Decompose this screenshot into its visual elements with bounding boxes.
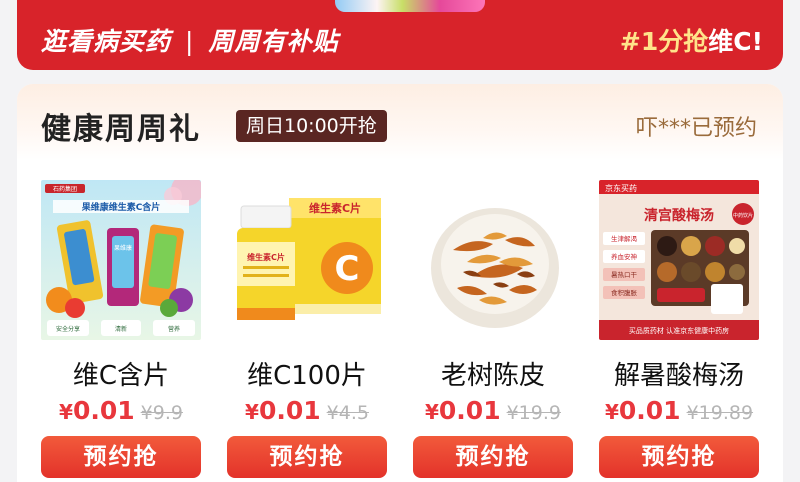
image-headline: 清宫酸梅汤 xyxy=(644,207,714,224)
banner-separator: | xyxy=(185,27,195,56)
reserve-button[interactable]: 预约抢 xyxy=(413,436,573,478)
banner-slogan-part2: 周周有补贴 xyxy=(208,27,339,56)
product-original-price: ¥19.9 xyxy=(506,402,561,424)
banner-promo-tag: #1分抢维C! xyxy=(620,22,763,58)
price-value: 0.01 xyxy=(438,396,501,425)
product-prices: ¥0.01 ¥9.9 xyxy=(41,396,201,425)
product-item[interactable]: 维生素C片 C 维生素C片 维C100片 ¥0.01 ¥4.5 预约抢 xyxy=(227,180,387,482)
banner-promo-highlight: 维C! xyxy=(708,27,763,56)
image-box-title: 维生素C片 xyxy=(309,201,361,215)
image-letter: C xyxy=(335,249,360,289)
product-item[interactable]: 石药集团 果维康维生素C含片 果维康 安全分享 清新 营养 维C含片 ¥0.01… xyxy=(41,180,201,482)
product-image-dried-peel[interactable] xyxy=(413,180,573,340)
reservation-status: 吓***已预约 xyxy=(635,116,757,141)
image-chip-1: 安全分享 xyxy=(56,325,80,333)
product-image-sour-plum-drink[interactable]: 京东买药 清宫酸梅汤 中药饮片 生津解渴 养血安神 暑热口干 食积腹胀 买品质药… xyxy=(599,180,759,340)
image-seal: 中药饮片 xyxy=(733,212,753,219)
sale-time-badge: 周日10:00开抢 xyxy=(236,110,387,142)
health-weekly-card: 健康周周礼 周日10:00开抢 吓***已预约 石药集团 果维康维生素C含片 果… xyxy=(17,84,783,482)
product-price: ¥0.01 xyxy=(245,396,321,425)
banner-slogan: 逛看病买药 | 周周有补贴 xyxy=(41,22,338,58)
card-header: 健康周周礼 周日10:00开抢 吓***已预约 xyxy=(17,84,783,160)
reserve-button[interactable]: 预约抢 xyxy=(41,436,201,478)
image-tag-4: 食积腹胀 xyxy=(611,288,638,297)
product-list: 石药集团 果维康维生素C含片 果维康 安全分享 清新 营养 维C含片 ¥0.01… xyxy=(17,180,783,482)
currency-symbol: ¥ xyxy=(604,400,619,424)
product-image-vitc-lozenge[interactable]: 石药集团 果维康维生素C含片 果维康 安全分享 清新 营养 xyxy=(41,180,201,340)
product-price: ¥0.01 xyxy=(605,396,681,425)
image-store-label: 京东买药 xyxy=(605,183,637,193)
product-price: ¥0.01 xyxy=(425,396,501,425)
product-price: ¥0.01 xyxy=(59,396,135,425)
image-tag-2: 养血安神 xyxy=(611,252,637,261)
image-brand-text: 石药集团 xyxy=(53,185,77,193)
currency-symbol: ¥ xyxy=(245,400,259,424)
image-footer: 买品质药材 认准京东健康中药房 xyxy=(629,326,729,335)
image-chip-3: 营养 xyxy=(168,325,180,333)
product-prices: ¥0.01 ¥19.89 xyxy=(599,396,759,425)
image-headline: 果维康维生素C含片 xyxy=(81,201,161,213)
image-pack-label: 果维康 xyxy=(114,244,132,252)
reserve-button[interactable]: 预约抢 xyxy=(599,436,759,478)
price-value: 0.01 xyxy=(618,396,681,425)
banner-product-art xyxy=(335,0,485,12)
product-prices: ¥0.01 ¥19.9 xyxy=(413,396,573,425)
image-tag-1: 生津解渴 xyxy=(611,234,638,243)
price-value: 0.01 xyxy=(72,396,135,425)
product-name: 解暑酸梅汤 xyxy=(613,361,744,391)
product-name: 老树陈皮 xyxy=(440,361,545,391)
price-value: 0.01 xyxy=(258,396,321,425)
product-original-price: ¥19.89 xyxy=(686,402,754,424)
product-item[interactable]: 京东买药 清宫酸梅汤 中药饮片 生津解渴 养血安神 暑热口干 食积腹胀 买品质药… xyxy=(599,180,759,482)
image-chip-2: 清新 xyxy=(115,325,127,333)
banner-promo-prefix: #1分抢 xyxy=(619,27,709,56)
product-prices: ¥0.01 ¥4.5 xyxy=(227,396,387,425)
banner-slogan-part1: 逛看病买药 xyxy=(41,27,172,56)
product-name: 维C含片 xyxy=(72,361,170,391)
currency-symbol: ¥ xyxy=(59,400,73,424)
card-title: 健康周周礼 xyxy=(41,112,201,147)
product-name: 维C100片 xyxy=(247,361,367,391)
product-image-vitc-100[interactable]: 维生素C片 C 维生素C片 xyxy=(227,180,387,340)
image-tag-3: 暑热口干 xyxy=(611,270,638,279)
product-original-price: ¥4.5 xyxy=(326,402,369,424)
image-bottle-label: 维生素C片 xyxy=(247,252,285,262)
reserve-button[interactable]: 预约抢 xyxy=(227,436,387,478)
product-original-price: ¥9.9 xyxy=(140,402,183,424)
promo-banner[interactable]: 逛看病买药 | 周周有补贴 #1分抢维C! xyxy=(17,0,783,70)
currency-symbol: ¥ xyxy=(424,400,439,424)
product-item[interactable]: 老树陈皮 ¥0.01 ¥19.9 预约抢 xyxy=(413,180,573,482)
